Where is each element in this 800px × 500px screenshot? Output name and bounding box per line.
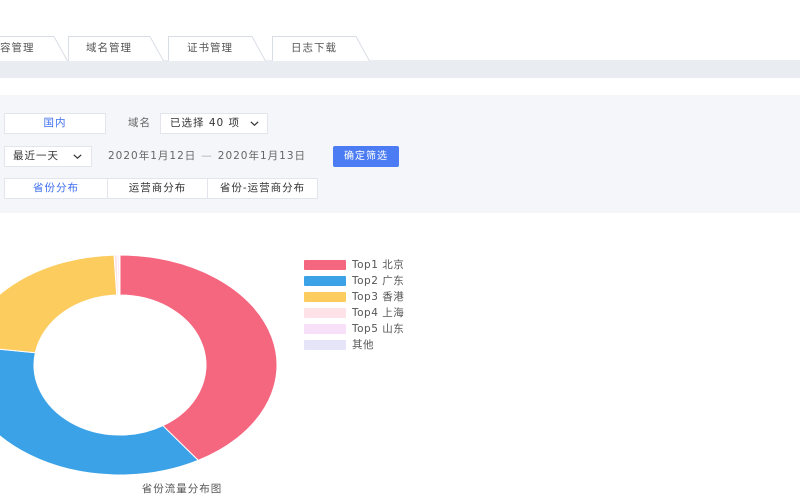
- date-range-end: 2020年1月13日: [217, 150, 307, 162]
- legend-swatch: [304, 292, 346, 302]
- view-tab-province-isp[interactable]: 省份-运营商分布: [207, 178, 318, 199]
- legend-item-top2[interactable]: Top2 广东: [304, 274, 444, 288]
- tab-content-management[interactable]: 容管理: [0, 36, 68, 61]
- region-option-domestic[interactable]: 国内: [4, 113, 106, 134]
- tab-domain-management[interactable]: 域名管理: [68, 36, 164, 61]
- legend-label: Top3 香港: [352, 291, 405, 303]
- date-range: 2020年1月12日 — 2020年1月13日: [108, 146, 306, 167]
- period-select-value: 最近一天: [13, 150, 59, 162]
- donut-chart: [0, 254, 278, 476]
- tab-strip: [0, 60, 800, 78]
- view-tab-province[interactable]: 省份分布: [4, 178, 108, 199]
- legend-label: Top4 上海: [352, 307, 405, 319]
- domain-select-value: 已选择 40 项: [170, 117, 241, 129]
- legend-item-other[interactable]: 其他: [304, 338, 444, 352]
- legend-label: 其他: [352, 339, 374, 351]
- domain-select[interactable]: 已选择 40 项: [160, 113, 268, 134]
- legend-swatch: [304, 340, 346, 350]
- domain-label: 域名: [128, 117, 151, 129]
- date-range-separator: —: [201, 150, 213, 162]
- donut-slice-2[interactable]: [0, 346, 200, 476]
- chevron-down-icon: [73, 154, 82, 159]
- legend-item-top4[interactable]: Top4 上海: [304, 306, 444, 320]
- chart-title: 省份流量分布图: [141, 483, 223, 495]
- tab-log-download[interactable]: 日志下载: [272, 36, 370, 61]
- legend-item-top5[interactable]: Top5 山东: [304, 322, 444, 336]
- region-option-label: 国内: [43, 117, 67, 129]
- legend-swatch: [304, 324, 346, 334]
- legend-label: Top5 山东: [352, 323, 405, 335]
- date-range-start: 2020年1月12日: [108, 150, 197, 162]
- legend-item-top3[interactable]: Top3 香港: [304, 290, 444, 304]
- tab-label: 证书管理: [187, 42, 233, 54]
- tab-label: 域名管理: [86, 42, 132, 54]
- tab-certificate-management[interactable]: 证书管理: [168, 36, 266, 61]
- chevron-down-icon: [250, 121, 259, 126]
- legend-swatch: [304, 276, 346, 286]
- legend-swatch: [304, 260, 346, 270]
- confirm-filter-button[interactable]: 确定筛选: [333, 146, 399, 167]
- legend-label: Top2 广东: [352, 275, 405, 287]
- donut-slice-6[interactable]: [118, 254, 121, 296]
- donut-slice-1[interactable]: [119, 254, 278, 461]
- legend-item-top1[interactable]: Top1 北京: [304, 258, 444, 272]
- legend-swatch: [304, 308, 346, 318]
- legend-label: Top1 北京: [352, 259, 405, 271]
- tab-label: 日志下载: [291, 42, 337, 54]
- tab-label: 容管理: [0, 42, 35, 54]
- view-tab-isp[interactable]: 运营商分布: [107, 178, 208, 199]
- period-select[interactable]: 最近一天: [4, 146, 92, 167]
- filter-panel: 国内 域名 已选择 40 项 最近一天 2020年1月12日 — 2020年1月13…: [0, 95, 800, 213]
- donut-slice-3[interactable]: [0, 254, 118, 354]
- chart-legend: Top1 北京 Top2 广东 Top3 香港 Top4 上海 Top5 山东 …: [304, 258, 454, 358]
